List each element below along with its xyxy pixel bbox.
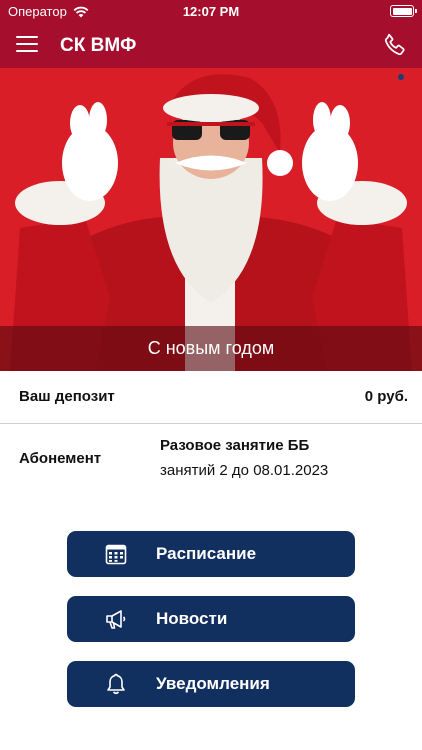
news-button-label: Новости (156, 609, 228, 628)
news-button[interactable]: Новости (67, 596, 355, 642)
carousel-page-indicator[interactable] (398, 74, 404, 80)
subscription-title: Разовое занятие ББ (160, 437, 310, 454)
megaphone-icon (106, 610, 126, 629)
hamburger-menu-icon[interactable] (16, 34, 38, 54)
notifications-button[interactable]: Уведомления (67, 661, 355, 707)
subscription-label: Абонемент (19, 450, 102, 467)
promo-banner[interactable]: С новым годом (0, 68, 422, 371)
page-title: СК ВМФ (60, 35, 137, 56)
calendar-icon (105, 544, 127, 565)
battery-icon (390, 5, 417, 17)
deposit-row: Ваш депозит 0 руб. (0, 371, 422, 424)
deposit-label: Ваш депозит (19, 388, 115, 405)
banner-caption: С новым годом (0, 326, 422, 371)
status-time: 12:07 PM (182, 4, 240, 19)
schedule-button-label: Расписание (156, 544, 257, 563)
subscription-row: Абонемент Разовое занятие ББ занятий 2 д… (0, 424, 422, 494)
schedule-button[interactable]: Расписание (67, 531, 355, 577)
bell-icon (107, 673, 125, 695)
status-bar: Оператор 12:07 PM (0, 0, 422, 24)
subscription-detail: занятий 2 до 08.01.2023 (160, 462, 329, 479)
notifications-button-label: Уведомления (156, 674, 270, 693)
deposit-value: 0 руб. (364, 388, 408, 405)
phone-icon[interactable] (382, 32, 408, 58)
nav-bar: СК ВМФ (0, 24, 422, 68)
